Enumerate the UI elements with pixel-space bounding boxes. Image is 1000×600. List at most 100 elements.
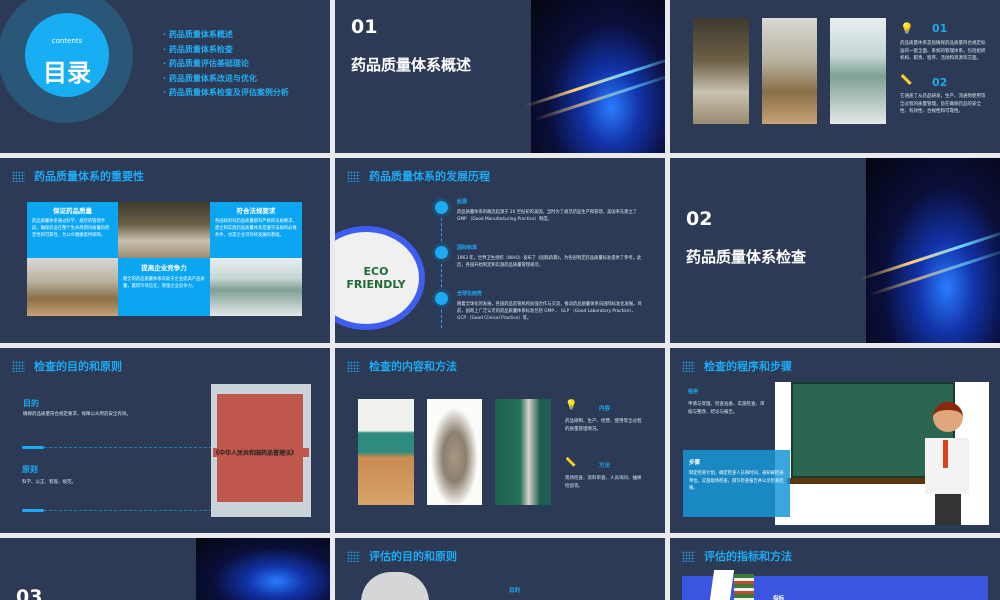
galaxy-image [196,538,330,600]
toc-item[interactable]: · 药品质量评估基础理论 [163,57,289,72]
card-head: 提高企业竞争力 [141,264,187,272]
point-text: 药品研制、生产、经营、使用等全过程的质量管理情况。 [565,419,642,432]
circle-badge: contents 目录 [25,13,109,97]
slide-section-02[interactable]: 02 药品质量体系检查 [670,158,1000,343]
slide-importance[interactable]: 药品质量体系的重要性 保证药品质量 药品质量体系通过科学、规范的管理手段，确保药… [0,158,330,343]
slide-title: 评估的目的和原则 [369,550,457,563]
divider [44,447,212,448]
cartoon-sign: 《中华人民共和国药品管理法》 [213,448,309,457]
dots-icon [682,360,695,372]
slide-title: 检查的内容和方法 [369,360,457,373]
item-head: 起源 [457,199,468,205]
card-head: 符合法规要求 [236,207,276,215]
slide-title: 药品质量体系的发展历程 [369,170,490,183]
slide-procedure[interactable]: 检查的程序和步骤 程序 申请与受理、检查准备、实施检查、审核与整改、结论与报告。… [670,348,1000,533]
ruler-icon: 📏 [565,458,577,468]
point-number: 01 [932,22,948,35]
slide-title: 药品质量体系的重要性 [34,170,144,183]
slide-title: 检查的目的和原则 [34,360,122,373]
classroom-photo [693,18,749,124]
slide-purpose[interactable]: 检查的目的和原则 目的 确保药品质量符合规定要求，保障公众用药安全有效。 原则 … [0,348,330,533]
card-text: 健全的药品质量体系有助于企业提高产品质量，赢得市场信任，增强企业竞争力。 [123,277,205,289]
point-text: 制定检查计划，确定检查人员和时间，通知被检查单位，实施现场检查，撰写检查报告并公… [689,471,784,491]
point-text: 确保药品质量符合规定要求，保障公众用药安全有效。 [23,412,131,417]
dots-icon [347,550,360,562]
card: 保证药品质量 药品质量体系通过科学、规范的管理手段，确保药品在整个生命周期内质量… [27,202,118,258]
toc-item[interactable]: · 药品质量体系改进与优化 [163,72,289,87]
slide-history[interactable]: 药品质量体系的发展历程 ECO FRIENDLY 起源 药品质量体系的概念起源于… [335,158,665,343]
books-image [427,399,482,505]
toc-item[interactable]: · 药品质量体系检查 [163,43,289,58]
classroom-photo [762,18,817,124]
section-title: 药品质量体系检查 [686,248,807,266]
teacher-figure [933,402,963,432]
slide-header: 检查的目的和原则 [12,358,122,374]
point-text: 科学、公正、客观、规范。 [22,480,76,485]
divider [44,510,212,511]
point-text: 现场检查、资料审查、人员询问、抽样检验等。 [565,476,642,489]
slide-header: 药品质量体系的重要性 [12,168,144,184]
point-text: 申请与受理、检查准备、实施检查、审核与整改、结论与报告。 [688,402,765,415]
galaxy-image [859,158,1000,343]
blackboard-illustration [775,382,989,525]
timeline-item: 全球化趋势 随着全球化的发展，各国药品监管机构加强合作与交流，推动药品质量体系向… [457,290,642,322]
section-title: 药品质量体系概述 [351,56,472,74]
point-head: 步骤 [689,460,701,466]
slide-header: 药品质量体系的发展历程 [347,168,490,184]
card: 提高企业竞争力 健全的药品质量体系有助于企业提高产品质量，赢得市场信任，增强企业… [118,258,210,316]
item-head: 全球化趋势 [457,291,483,297]
slide-overview[interactable]: 💡 01 药品质量体系是指确保药品质量符合规定标准的一套全面、系统的管理体系，包… [670,0,1000,153]
slide-header: 检查的内容和方法 [347,358,457,374]
timeline-item: 国际标准 1963 年，世界卫生组织（WHO）发布了《国际药典》，为各国制定药品… [457,244,642,269]
timeline-item: 起源 药品质量体系的概念起源于 20 世纪初的美国，当时为了规范药品生产和管理，… [457,198,642,223]
section-number: 03 [16,586,43,600]
point-head: 原则 [22,465,38,474]
point-text: 它涵盖了从药品研发、生产、流通到使用等全过程的质量管理，旨在确保药品的安全性、有… [900,94,986,114]
dots-icon [682,550,695,562]
toc-list: · 药品质量体系概述 · 药品质量体系检查 · 药品质量评估基础理论 · 药品质… [163,28,289,101]
slide-section-01[interactable]: 01 药品质量体系概述 [335,0,665,153]
lightbulb-icon: 💡 [900,22,914,35]
toc-item[interactable]: · 药品质量体系检查及评估案例分析 [163,86,289,101]
slide-header: 检查的程序和步骤 [682,358,792,374]
timeline-dot [435,246,448,259]
white-shape [709,570,735,600]
photo [361,572,429,600]
classroom-photo [118,202,210,258]
classroom-photo [358,399,414,505]
timeline-line [441,208,442,328]
section-number: 01 [351,16,378,38]
lightbulb-icon: 💡 [565,400,578,411]
item-text: 药品质量体系的概念起源于 20 世纪初的美国，当时为了规范药品生产和管理，美国率… [457,210,638,222]
slide-section-03[interactable]: 03 [0,538,330,600]
item-text: 随着全球化的发展，各国药品监管机构加强合作与交流，推动药品质量体系向国际标准化发… [457,302,642,321]
classroom-photo [210,258,302,316]
classroom-photo [830,18,886,124]
point-head: 指标 [773,596,785,600]
divider [22,509,44,512]
point-head: 内容 [599,406,611,412]
teacher-photo [495,399,551,505]
slide-title: 检查的程序和步骤 [704,360,792,373]
slide-header: 评估的目的和原则 [347,548,457,564]
dots-icon [12,170,25,182]
timeline-dot [435,292,448,305]
toc-item[interactable]: · 药品质量体系概述 [163,28,289,43]
card-text: 各国政府对药品质量都有严格的法规要求，建立和实施药品质量体系是遵守法规的必要条件… [215,219,297,238]
item-text: 1963 年，世界卫生组织（WHO）发布了《国际药典》，为各国制定药品质量标准提… [457,256,642,268]
toc-title: 目录 [43,59,91,87]
slide-eval-index[interactable]: 评估的指标和方法 指标 [670,538,1000,600]
slide-content[interactable]: 检查的内容和方法 💡 内容 药品研制、生产、经营、使用等全过程的质量管理情况。 … [335,348,665,533]
galaxy-image [524,0,665,153]
point-head: 程序 [688,389,699,395]
slide-header: 评估的指标和方法 [682,548,792,564]
point-head: 方法 [599,463,611,469]
divider [22,446,44,449]
card-head: 保证药品质量 [53,207,92,215]
timeline-dot [435,201,448,214]
point-number: 02 [932,76,948,89]
slide-eval-purpose[interactable]: 评估的目的和原则 目的 [335,538,665,600]
point-head: 目的 [509,588,521,594]
point-head: 目的 [23,399,39,408]
slide-toc[interactable]: contents 目录 · 药品质量体系概述 · 药品质量体系检查 · 药品质量… [0,0,330,153]
